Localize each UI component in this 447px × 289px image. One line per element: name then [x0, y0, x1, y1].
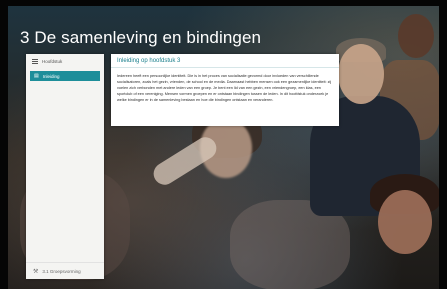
wrench-icon: ⚒ [33, 268, 39, 275]
menu-icon [32, 59, 38, 64]
chapter-title: 3 De samenleving en bindingen [20, 28, 262, 47]
sidebar-item-label: Inleiding [42, 73, 60, 79]
background-photo-person [378, 190, 432, 254]
sidebar-item-inleiding[interactable]: ▤ Inleiding [30, 71, 100, 81]
sidebar: Hoofdstuk ▤ Inleiding ⚒ 3.1 Groepsvormin… [26, 54, 104, 279]
content-body: Iedereen heeft een persoonlijke identite… [117, 74, 332, 102]
document-icon: ▤ [34, 72, 39, 79]
frame-edge [0, 0, 8, 289]
back-to-chapter-button[interactable]: Hoofdstuk [26, 54, 104, 69]
background-photo-person [338, 44, 384, 104]
content-panel: Inleiding op hoofdstuk 3 Iedereen heeft … [111, 54, 339, 126]
next-section-label: 3.1 Groepsvorming [42, 268, 81, 274]
back-label: Hoofdstuk [42, 59, 63, 64]
content-title: Inleiding op hoofdstuk 3 [111, 54, 339, 68]
background-photo-person [398, 14, 434, 58]
frame-edge [439, 0, 447, 289]
lesson-screen: 3 De samenleving en bindingen Hoofdstuk … [0, 0, 447, 289]
frame-edge [0, 0, 447, 6]
next-section-link[interactable]: ⚒ 3.1 Groepsvorming [26, 262, 104, 279]
